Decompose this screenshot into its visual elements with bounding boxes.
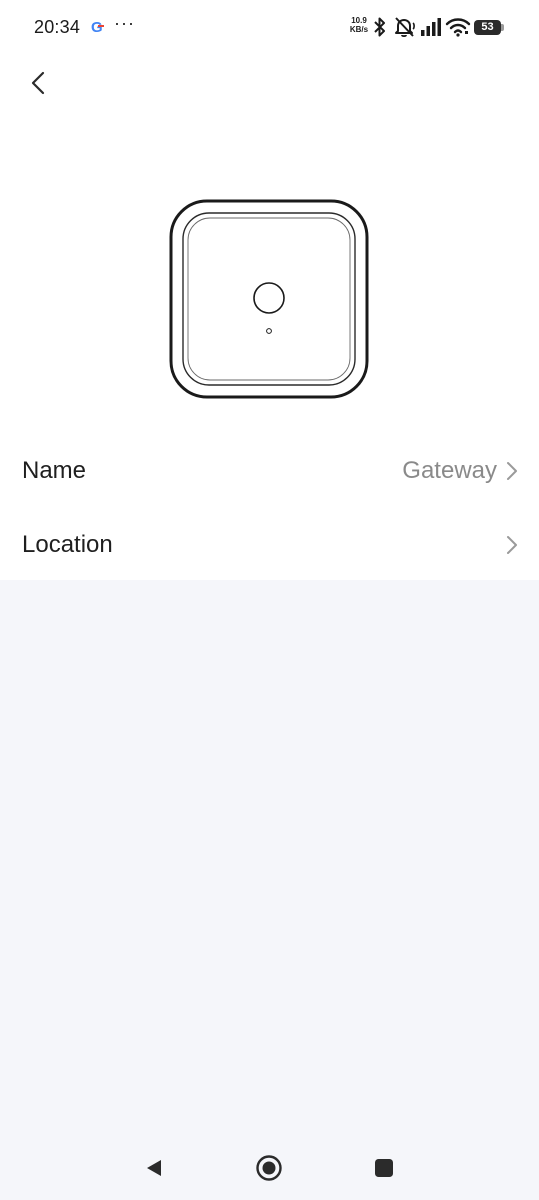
nav-home-button[interactable]	[254, 1153, 284, 1183]
name-label: Name	[22, 457, 87, 484]
chevron-right-icon	[507, 462, 517, 480]
system-nav-bar	[0, 1137, 539, 1200]
signal-icon	[420, 16, 442, 43]
location-row[interactable]: Location	[0, 508, 539, 582]
net-speed: 10.9 KB/s	[347, 16, 371, 34]
nav-recents-button[interactable]	[369, 1153, 399, 1183]
net-speed-unit: KB/s	[349, 25, 369, 34]
status-time: 20:34	[34, 17, 81, 37]
net-speed-value: 10.9	[351, 16, 367, 25]
mute-icon	[393, 16, 417, 43]
location-label: Location	[22, 531, 113, 558]
back-triangle-icon	[147, 1160, 161, 1176]
recents-square-icon	[375, 1159, 393, 1177]
chevron-right-icon	[507, 536, 517, 554]
gateway-device-icon	[168, 198, 370, 400]
back-button[interactable]	[20, 64, 56, 102]
svg-text:G: G	[91, 19, 103, 36]
wifi-icon	[445, 16, 471, 43]
home-circle-icon	[256, 1155, 282, 1181]
chevron-left-icon	[31, 71, 45, 95]
battery-icon: 53	[474, 20, 504, 35]
status-bar: 20:34 G ··· 10.9 KB/s 53	[0, 0, 539, 56]
more-notifications-indicator: ···	[114, 13, 135, 33]
battery-tip	[501, 24, 504, 31]
nav-back-button[interactable]	[139, 1153, 169, 1183]
name-row[interactable]: Name Gateway	[0, 434, 539, 508]
bluetooth-icon	[372, 16, 388, 43]
google-icon: G	[90, 17, 106, 37]
battery-level: 53	[481, 21, 494, 33]
name-value: Gateway	[402, 457, 497, 484]
